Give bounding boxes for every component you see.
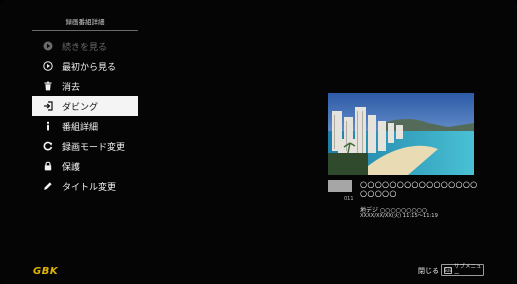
submenu-key-icon: SUB [443,266,453,274]
pencil-icon [42,181,53,192]
menu-item-label: タイトル変更 [62,182,117,193]
info-icon [42,121,53,132]
menu-item-label: ダビング [62,102,99,113]
close-button[interactable]: 閉じる [418,266,439,276]
menu-item-change-record-mode[interactable]: 録画モード変更 [32,136,138,156]
dubbing-icon [42,101,53,112]
brand-logo: GBK [33,266,58,277]
menu-item-play-from-start[interactable]: 最初から見る [32,56,138,76]
menu-item-dubbing[interactable]: ダビング [32,96,138,116]
menu-item-label: 番組詳細 [62,122,99,133]
refresh-icon [42,141,53,152]
channel-logo-placeholder [328,180,352,192]
action-menu: 続きを見る 最初から見る 消去 ダビング 番組詳細 録画モード変更 保護 タイト… [32,36,138,196]
menu-item-rename[interactable]: タイトル変更 [32,176,138,196]
play-circle-icon [42,61,53,72]
menu-item-label: 消去 [62,82,81,93]
submenu-button[interactable]: SUB サブメニュー [441,264,484,278]
channel-number: 011 [344,196,354,202]
lock-icon [42,161,53,172]
program-datetime: XXXX/XX/XX(火) 11:15～11:19 [360,213,438,219]
logo-text: GBK [33,266,59,277]
menu-item-protect[interactable]: 保護 [32,156,138,176]
menu-divider [32,30,138,31]
menu-item-label: 保護 [62,162,81,173]
menu-item-label: 録画モード変更 [62,142,126,153]
menu-title: 録画番組詳細 [65,18,105,26]
resume-icon [42,41,53,52]
program-title: ○○○○○○○○○○○○○○○○○○○○○ [360,179,478,198]
submenu-label: サブメニュー [454,264,482,278]
recording-detail-screen: 録画番組詳細 続きを見る 最初から見る 消去 ダビング 番組詳細 録画モード変更… [0,0,517,284]
menu-item-label: 続きを見る [62,42,108,53]
program-thumbnail [328,93,474,175]
menu-item-delete[interactable]: 消去 [32,76,138,96]
trash-icon [42,81,53,92]
menu-item-label: 最初から見る [62,62,117,73]
beach-city-thumbnail-image [328,93,474,175]
menu-item-resume[interactable]: 続きを見る [32,36,138,56]
menu-item-program-details[interactable]: 番組詳細 [32,116,138,136]
